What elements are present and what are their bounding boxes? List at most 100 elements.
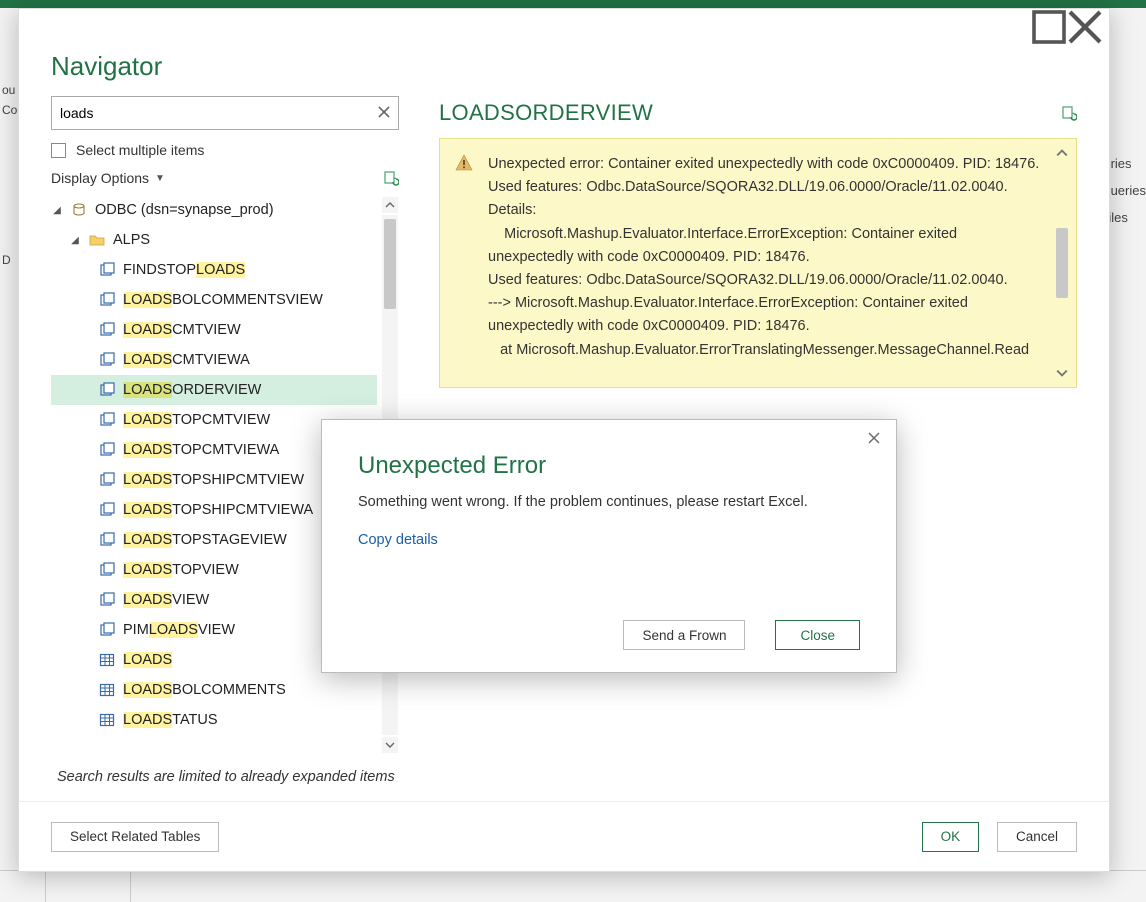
unexpected-error-dialog: Unexpected Error Something went wrong. I… [321,419,897,673]
error-scrollbar[interactable] [1052,145,1072,381]
select-multiple-checkbox[interactable] [51,143,66,158]
folder-icon [89,232,105,248]
tree-item-label: FINDSTOPLOADS [123,262,245,278]
view-icon [99,292,115,308]
tree-folder-alps[interactable]: ◢ ALPS [51,225,377,255]
error-line: Used features: Odbc.DataSource/SQORA32.D… [488,269,1044,292]
scroll-up-button[interactable] [1054,145,1070,161]
error-line: Details: [488,199,1044,222]
scroll-thumb[interactable] [384,219,396,309]
tree-item[interactable]: LOADSCMTVIEW [51,315,377,345]
error-line: at Microsoft.Mashup.Evaluator.ErrorTrans… [488,339,1044,362]
scroll-thumb[interactable] [1056,228,1068,298]
display-options-label: Display Options [51,170,149,186]
clear-icon [378,106,390,118]
refresh-tree-button[interactable] [383,170,399,186]
tree-item-label: LOADSTOPCMTVIEWA [123,442,279,458]
view-icon [99,382,115,398]
chevron-down-icon: ▼ [155,173,165,184]
maximize-icon [1031,9,1067,45]
table-icon [99,652,115,668]
scroll-up-button[interactable] [382,197,398,213]
view-icon [99,592,115,608]
send-frown-button[interactable]: Send a Frown [623,620,745,650]
search-input[interactable] [52,105,370,121]
tree-item-label: LOADS [123,652,172,668]
tree-item[interactable]: LOADSBOLCOMMENTSVIEW [51,285,377,315]
navigator-dialog: Navigator Select multiple items Display … [18,8,1110,872]
scroll-down-button[interactable] [1054,365,1070,381]
excel-grid-peek [0,870,1146,902]
select-multiple-label: Select multiple items [76,142,204,158]
view-icon [99,532,115,548]
dialog-close-button[interactable] [860,426,888,450]
tree-item[interactable]: LOADSCMTVIEWA [51,345,377,375]
table-icon [99,682,115,698]
view-icon [99,472,115,488]
tree-item-label: LOADSTOPSTAGEVIEW [123,532,287,548]
tree-item-label: LOADSORDERVIEW [123,382,261,398]
tree-item-label: PIMLOADSVIEW [123,622,235,638]
navigator-footer: Select Related Tables OK Cancel [19,801,1109,871]
collapse-toggle[interactable]: ◢ [69,235,81,246]
error-line: ---> Microsoft.Mashup.Evaluator.Interfac… [488,292,1044,338]
refresh-preview-button[interactable] [1061,105,1077,121]
tree-item-label: LOADSTOPSHIPCMTVIEWA [123,502,313,518]
chevron-down-icon [385,740,395,750]
tree-item-label: LOADSTOPCMTVIEW [123,412,270,428]
error-dialog-body: Something went wrong. If the problem con… [322,490,896,514]
excel-ribbon-strip [0,0,1146,8]
tree-item[interactable]: LOADSORDERVIEW [51,375,377,405]
error-line: Used features: Odbc.DataSource/SQORA32.D… [488,176,1044,199]
tree-root-odbc[interactable]: ◢ ODBC (dsn=synapse_prod) [51,195,377,225]
error-dialog-title: Unexpected Error [322,450,896,490]
tree-folder-label: ALPS [113,232,150,248]
refresh-icon [383,170,399,186]
view-icon [99,412,115,428]
error-line: Microsoft.Mashup.Evaluator.Interface.Err… [488,223,1044,269]
chevron-up-icon [1056,147,1068,159]
collapse-toggle[interactable]: ◢ [51,205,63,216]
select-multiple-row[interactable]: Select multiple items [51,130,399,166]
scroll-down-button[interactable] [382,737,398,753]
cancel-button[interactable]: Cancel [997,822,1077,852]
search-limit-note: Search results are limited to already ex… [51,755,399,785]
search-clear-button[interactable] [370,105,398,121]
tree-item-label: LOADSBOLCOMMENTS [123,682,286,698]
preview-error-panel: Unexpected error: Container exited unexp… [439,138,1077,388]
refresh-icon [1061,105,1077,121]
view-icon [99,562,115,578]
close-button[interactable]: Close [775,620,860,650]
view-icon [99,262,115,278]
view-icon [99,322,115,338]
tree-item-label: LOADSTATUS [123,712,218,728]
window-close-button[interactable] [1067,13,1103,41]
tree-root-label: ODBC (dsn=synapse_prod) [95,202,274,218]
database-icon [71,202,87,218]
tree-item-label: LOADSBOLCOMMENTSVIEW [123,292,323,308]
tree-item-label: LOADSTOPSHIPCMTVIEW [123,472,304,488]
display-options-dropdown[interactable]: Display Options ▼ [51,170,165,186]
tree-item-label: LOADSVIEW [123,592,209,608]
chevron-down-icon [1056,367,1068,379]
error-text: Unexpected error: Container exited unexp… [488,153,1044,362]
window-maximize-button[interactable] [1031,13,1067,41]
ok-button[interactable]: OK [922,822,980,852]
navigator-title: Navigator [19,45,1109,96]
tree-item-label: LOADSCMTVIEWA [123,352,250,368]
tree-item[interactable]: LOADSTATUS [51,705,377,735]
warning-icon [454,153,474,176]
select-related-tables-button[interactable]: Select Related Tables [51,822,219,852]
excel-truncated-left: ou Co D [0,80,19,270]
view-icon [99,502,115,518]
view-icon [99,352,115,368]
tree-item[interactable]: FINDSTOPLOADS [51,255,377,285]
tree-item-label: LOADSCMTVIEW [123,322,241,338]
copy-details-link[interactable]: Copy details [322,514,896,548]
tree-item[interactable]: LOADSBOLCOMMENTS [51,675,377,705]
preview-title: LOADSORDERVIEW [439,100,653,126]
view-icon [99,622,115,638]
error-line: Unexpected error: Container exited unexp… [488,153,1044,176]
chevron-up-icon [385,200,395,210]
search-box [51,96,399,130]
